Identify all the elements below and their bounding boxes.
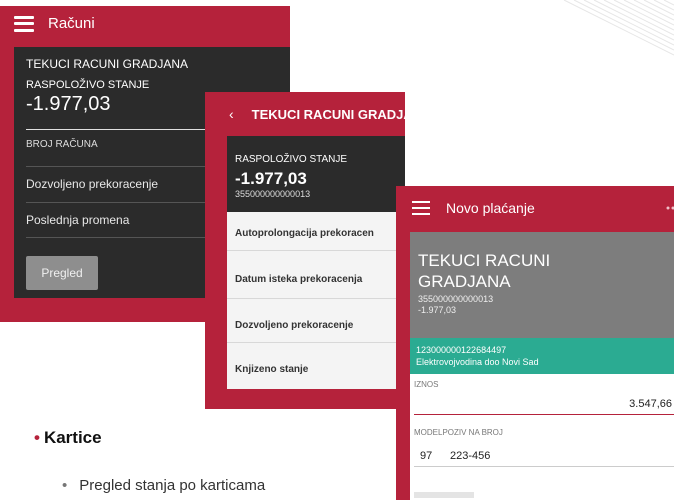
source-account-card[interactable]: TEKUCI RACUNI GRADJANA 355000000000013 -… [410,232,674,338]
overview-button[interactable]: Pregled [26,256,98,290]
divider [227,250,405,251]
source-account-number: 355000000000013 [418,294,494,304]
divider [227,342,405,343]
new-payment-screen: Novo plaćanje TEKUCI RACUNI GRADJANA 355… [396,186,674,500]
screen-title: Računi [48,15,95,32]
balance-value: -1.977,03 [235,169,307,188]
account-detail-screen: ‹ TEKUCI RACUNI GRADJANA RASPOLOŽIVO STA… [205,92,432,409]
list-item[interactable]: Autoprolongacija prekoracen [235,228,374,239]
reference-input[interactable]: 223-456 [450,450,490,462]
decorative-diagonal-lines [563,0,674,56]
reference-underline [414,466,674,467]
list-item[interactable]: Knjizeno stanje [235,364,308,375]
menu-icon[interactable] [412,201,430,215]
more-icon[interactable] [666,206,674,210]
truncated-label [414,492,474,498]
bullet-heading-text: Kartice [43,428,102,447]
recipient-card[interactable]: 123000000122684497 Elektrovojvodina doo … [410,338,674,374]
app-bar: Računi [0,6,290,41]
screen-title: Novo plaćanje [446,200,535,216]
bullet-dot: • [34,428,40,447]
balance-label: RASPOLOŽIVO STANJE [26,79,150,91]
amount-underline [414,414,674,415]
account-name: TEKUCI RACUNI GRADJANA [26,57,189,71]
model-input[interactable]: 97 [420,450,432,462]
bullet-heading: • Kartice [34,428,102,448]
list-item[interactable]: Dozvoljeno prekoracenje [235,320,353,331]
recipient-account: 123000000122684497 [416,345,507,355]
source-account-name: TEKUCI RACUNI GRADJANA [418,251,551,291]
payment-form: TEKUCI RACUNI GRADJANA 355000000000013 -… [410,232,674,500]
balance-header: RASPOLOŽIVO STANJE -1.977,03 35500000000… [227,136,405,212]
bullet-sub-item: • Pregled stanja po karticama [62,477,265,494]
divider [227,298,405,299]
details-list: Autoprolongacija prekoracen Datum isteka… [227,212,405,389]
amount-input[interactable]: 3.547,66 [629,398,672,410]
list-item[interactable]: Datum isteka prekoracenja [235,274,362,285]
app-bar: ‹ TEKUCI RACUNI GRADJANA [205,92,432,136]
bullet-sub-item-text: Pregled stanja po karticama [79,477,266,494]
menu-icon[interactable] [14,15,34,32]
balance-label: RASPOLOŽIVO STANJE [235,154,348,165]
bullet-dot: • [62,477,68,494]
app-bar: Novo plaćanje [396,186,674,230]
account-number-label: BROJ RAČUNA [26,139,98,150]
recipient-name: Elektrovojvodina doo Novi Sad [416,357,539,367]
source-account-balance: -1.977,03 [418,305,457,315]
model-label: MODELPOZIV NA BROJ [414,428,503,437]
last-change-row[interactable]: Poslednja promena [26,213,129,227]
amount-label: IZNOS [414,380,439,389]
overdraft-row[interactable]: Dozvoljeno prekoracenje [26,177,158,191]
account-number: 355000000000013 [235,189,311,199]
chevron-left-icon[interactable]: ‹ [229,106,234,122]
screen-title: TEKUCI RACUNI GRADJANA [251,106,432,122]
